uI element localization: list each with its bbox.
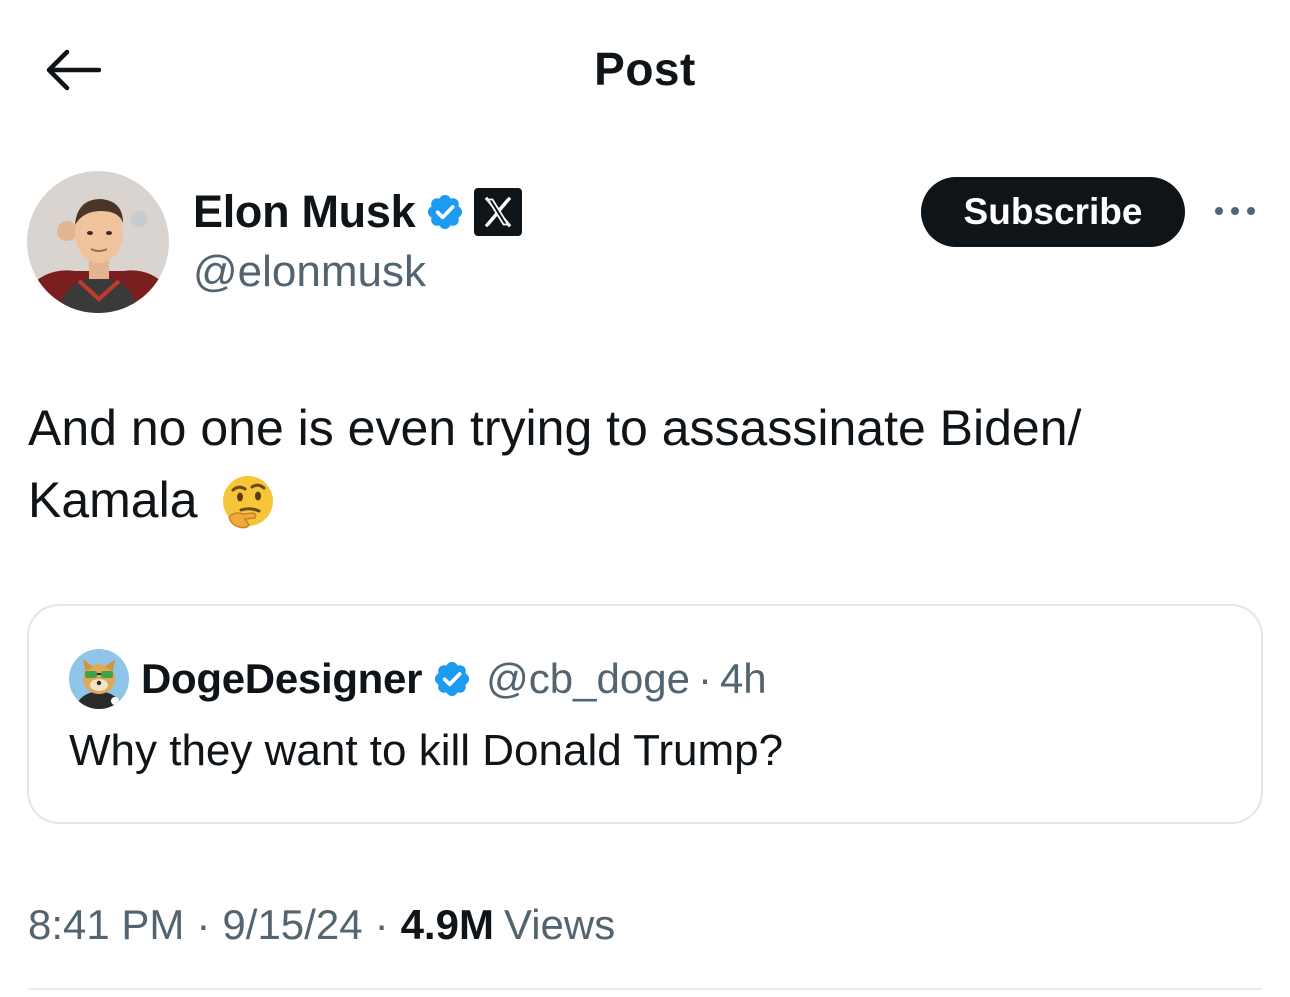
post-time[interactable]: 8:41 PM [28, 901, 184, 949]
avatar[interactable] [27, 171, 169, 313]
author-handle[interactable]: @elonmusk [193, 247, 426, 297]
thinking-face-emoji-icon [223, 476, 274, 529]
quoted-meta-separator: · [697, 655, 712, 702]
meta-separator: · [374, 901, 389, 948]
verified-badge-icon [428, 194, 463, 230]
more-dots-icon [1215, 207, 1255, 215]
post-date[interactable]: 9/15/24 [222, 901, 362, 949]
more-options-button[interactable] [1210, 196, 1260, 226]
quoted-author-handle: @cb_doge [486, 655, 690, 702]
author-name-row: Elon Musk [193, 183, 523, 241]
quoted-post-text: Why they want to kill Donald Trump? [69, 726, 784, 775]
divider [28, 988, 1262, 990]
quoted-post-time: 4h [719, 655, 767, 702]
post-page: Post Elon Musk @elonmusk Subscribe And n… [0, 0, 1290, 997]
views-count[interactable]: 4.9M [401, 901, 494, 949]
quoted-post-header: DogeDesigner @cb_doge · 4h [69, 646, 767, 712]
tweet-text-line-1: And no one is even trying to assassinate… [28, 400, 1082, 456]
author-name[interactable]: Elon Musk [193, 186, 416, 238]
subscribe-button[interactable]: Subscribe [921, 177, 1185, 247]
quoted-author-name: DogeDesigner [141, 655, 423, 702]
verified-badge-icon [435, 661, 470, 697]
tweet-text-line-2: Kamala [28, 472, 198, 528]
page-title: Post [594, 43, 696, 95]
quoted-author-avatar[interactable] [69, 649, 129, 709]
doge-avatar-image [69, 649, 129, 709]
tweet-text: And no one is even trying to assassinate… [28, 392, 1268, 536]
quoted-post-card[interactable]: DogeDesigner @cb_doge · 4h Why they want… [27, 604, 1263, 824]
views-label: Views [503, 901, 616, 948]
avatar-image [27, 171, 169, 313]
x-logo-icon [474, 188, 523, 236]
post-meta: 8:41 PM · 9/15/24 · 4.9M Views [28, 897, 615, 953]
meta-separator: · [196, 901, 211, 948]
